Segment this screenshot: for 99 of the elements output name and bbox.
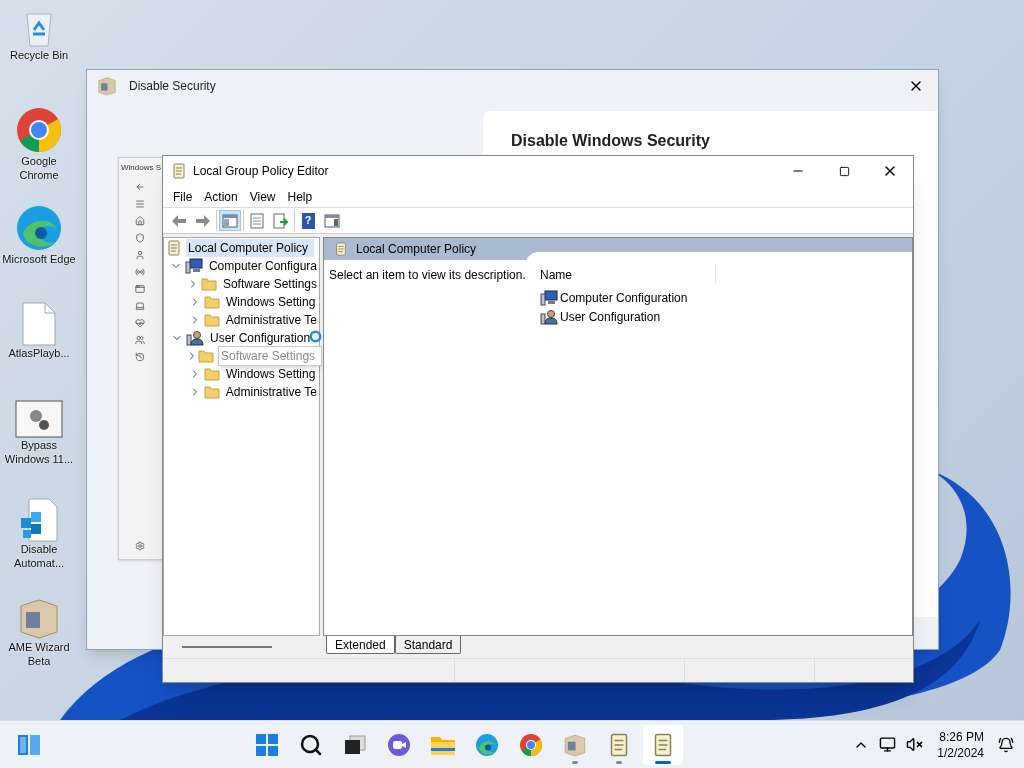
shortcut-label: Bypass Windows 11... — [3, 438, 75, 466]
window-title: Windows S — [121, 162, 161, 174]
chrome-logo-icon — [15, 106, 63, 154]
horizontal-scrollbar[interactable] — [182, 646, 272, 648]
home-icon[interactable] — [135, 216, 145, 226]
gears-window-icon — [15, 400, 63, 438]
desktop-shortcut[interactable]: Microsoft Edge — [0, 202, 78, 300]
computer-icon — [540, 289, 558, 306]
desktop-shortcut[interactable]: Bypass Windows 11... — [0, 398, 78, 496]
list-item-label: User Configuration — [560, 308, 661, 326]
tree-item[interactable]: Local Computer Policy — [186, 239, 315, 257]
desktop-shortcut[interactable]: Disable Automat... — [0, 496, 78, 594]
computer-icon — [184, 258, 203, 274]
forward-arrow-icon — [195, 213, 211, 228]
edge-logo-icon — [15, 204, 63, 252]
scroll-icon — [166, 240, 182, 256]
window-title: Local Group Policy Editor — [193, 163, 329, 180]
busy-cursor-icon — [309, 330, 322, 343]
list-item[interactable]: User Configuration — [540, 307, 663, 326]
search-icon — [298, 732, 323, 757]
menu-icon[interactable] — [135, 199, 145, 209]
menu-item[interactable]: Help — [281, 187, 319, 206]
running-indicator — [615, 760, 622, 764]
shortcut-label: Disable Automat... — [12, 542, 66, 570]
tree-item[interactable]: Windows Setting — [224, 293, 318, 311]
running-indicator — [654, 760, 671, 764]
clock-time[interactable]: 8:26 PM — [939, 728, 984, 745]
running-indicator — [571, 760, 578, 764]
list-item[interactable]: Computer Configuration — [540, 288, 690, 307]
clock-date[interactable]: 1/2/2024 — [937, 744, 984, 761]
family-icon[interactable] — [135, 335, 145, 345]
desktop-shortcut[interactable]: AME Wizard Beta — [0, 594, 78, 692]
column-header[interactable]: Name — [540, 266, 572, 284]
task-view-icon — [343, 734, 366, 755]
tree-item[interactable]: Software Settings — [220, 275, 319, 293]
shortcut-label: AME Wizard Beta — [7, 640, 71, 668]
toolbar-button[interactable] — [219, 210, 241, 231]
tree-item[interactable]: Administrative Te — [223, 311, 319, 329]
window-title: Disable Security — [129, 78, 216, 95]
folder-icon — [203, 313, 220, 327]
action-pane-icon — [324, 213, 340, 228]
folder-icon — [203, 385, 220, 399]
shortcut-label: Microsoft Edge — [1, 252, 77, 266]
cardboard-box-icon — [17, 596, 61, 640]
laptop-icon[interactable] — [135, 301, 145, 311]
edge-logo-icon — [474, 732, 499, 757]
antenna-icon[interactable] — [135, 267, 145, 277]
scroll-icon — [171, 163, 187, 179]
shortcut-label: Google Chrome — [18, 154, 60, 182]
shortcut-label: Recycle Bin — [8, 48, 70, 62]
history-icon[interactable] — [135, 352, 145, 362]
user-icon — [540, 308, 558, 325]
desktop-shortcut[interactable]: AtlasPlayb... — [0, 300, 78, 398]
tree-item[interactable]: User Configuration — [208, 329, 313, 347]
desktop-shortcut[interactable]: Google Chrome — [0, 104, 78, 202]
tree-item[interactable]: Software Settings — [218, 346, 323, 366]
menu-item[interactable]: File — [167, 187, 199, 206]
tree-item[interactable]: Administrative Te — [223, 383, 319, 401]
maximize-icon — [838, 165, 850, 177]
export-list-icon — [273, 212, 289, 229]
menu-item[interactable]: Action — [198, 187, 244, 206]
view-tab[interactable]: Extended — [326, 636, 395, 654]
shortcut-label: AtlasPlayb... — [7, 346, 71, 360]
windows-logo-icon — [255, 733, 278, 756]
menu-item[interactable]: View — [243, 187, 282, 206]
chrome-logo-icon — [518, 732, 543, 757]
tree-item[interactable]: Windows Setting — [224, 365, 318, 383]
back-arrow-icon[interactable] — [135, 182, 145, 192]
pane-title: Local Computer Policy — [356, 241, 477, 258]
tree-item[interactable]: Computer Configura — [206, 257, 319, 275]
list-item-label: Computer Configuration — [560, 289, 688, 307]
cubes-document-icon — [19, 498, 59, 542]
cardboard-box-icon — [562, 732, 587, 757]
widgets-button[interactable] — [16, 732, 42, 757]
folder-icon — [204, 295, 220, 309]
heart-icon[interactable] — [135, 318, 145, 328]
document-icon — [21, 302, 57, 346]
user-icon — [186, 330, 204, 346]
description-text: Select an item to view its description. — [329, 268, 526, 282]
person-icon[interactable] — [135, 250, 145, 260]
folder-icon — [204, 367, 220, 381]
notification-bell-icon[interactable] — [998, 736, 1014, 753]
widgets-icon — [17, 733, 41, 756]
scroll-icon — [334, 242, 348, 256]
folder-icon — [200, 277, 217, 291]
app-window-icon[interactable] — [135, 284, 145, 294]
settings-icon[interactable] — [135, 541, 145, 551]
shield-icon[interactable] — [135, 233, 145, 243]
tree-pane-icon — [222, 213, 238, 228]
page-heading: Disable Windows Security — [511, 132, 710, 149]
chat-icon — [386, 732, 411, 757]
properties-sheet-icon — [250, 212, 264, 229]
volume-muted-icon[interactable] — [906, 736, 924, 753]
folder-icon — [198, 349, 214, 363]
cardboard-box-icon — [97, 76, 117, 96]
back-arrow-icon — [171, 213, 187, 228]
view-tab[interactable]: Standard — [394, 636, 462, 654]
network-icon[interactable] — [879, 736, 897, 753]
desktop-shortcut[interactable]: Recycle Bin — [0, 6, 78, 104]
